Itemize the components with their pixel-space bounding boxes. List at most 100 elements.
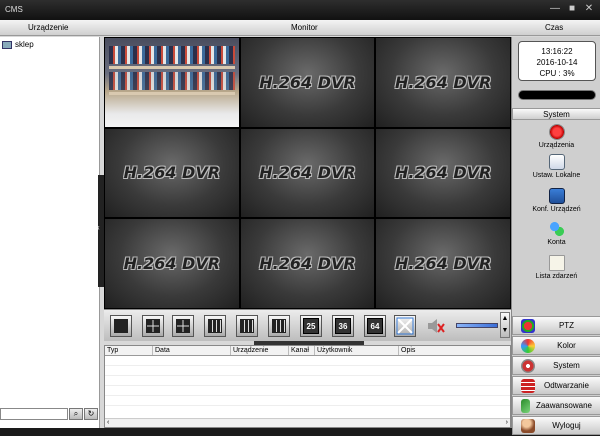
channel-label: H.264 DVR <box>259 72 356 92</box>
camera-feed-shelf <box>109 66 235 69</box>
system-button[interactable]: System <box>512 356 600 375</box>
status-bar <box>518 90 596 100</box>
col-channel[interactable]: Kanał <box>289 346 315 355</box>
event-log-panel: Typ Data Urządzenie Kanał Użytkownik Opi… <box>104 345 511 428</box>
split-13-button[interactable] <box>236 315 258 337</box>
search-icon[interactable]: ⌕ <box>69 408 83 420</box>
document-icon <box>548 255 565 271</box>
split-1-button[interactable] <box>110 315 132 337</box>
color-wheel-icon <box>521 338 535 353</box>
camera-feed-shelf <box>109 92 235 95</box>
devices-label: Urządzenia <box>538 142 575 149</box>
split-6-icon <box>176 319 190 333</box>
video-channel-9[interactable]: H.264 DVR <box>376 219 510 308</box>
users-icon <box>548 221 565 237</box>
scroll-right-icon[interactable]: › <box>506 419 508 426</box>
channel-label: H.264 DVR <box>123 254 221 274</box>
clock-time: 13:16:22 <box>541 47 573 56</box>
camera-feed-image <box>109 46 235 64</box>
split-13-icon <box>240 319 254 333</box>
split-9-icon <box>208 319 222 333</box>
volume-stepper[interactable]: ▲ ▼ <box>500 312 510 338</box>
title-bar: CMS — ■ ✕ <box>0 0 600 20</box>
color-button[interactable]: Kolor <box>512 336 600 355</box>
menu-device[interactable]: Urządzenie <box>28 23 68 32</box>
device-config-label: Konf. Urządzeń <box>532 206 581 213</box>
local-settings-item[interactable]: Ustaw. Lokalne <box>512 154 600 179</box>
scroll-left-icon[interactable]: ‹ <box>107 419 109 426</box>
tree-node-label: sklep <box>15 40 34 49</box>
split-64-button[interactable]: 64 <box>364 315 386 337</box>
col-device[interactable]: Urządzenie <box>231 346 289 355</box>
table-row <box>105 396 510 406</box>
system-header[interactable]: System <box>512 108 600 120</box>
split-9-button[interactable] <box>204 315 226 337</box>
event-list-item[interactable]: Lista zdarzeń <box>512 255 600 280</box>
video-grid: H.264 DVR H.264 DVR H.264 DVR H.264 DVR … <box>104 37 511 309</box>
right-panel: 13:16:22 2016-10-14 CPU : 3% System Urzą… <box>511 37 600 435</box>
video-channel-7[interactable]: H.264 DVR <box>105 219 239 308</box>
video-channel-1[interactable] <box>105 38 239 127</box>
playback-button[interactable]: Odtwarzanie <box>512 376 600 395</box>
advanced-button[interactable]: Zaawansowane <box>512 396 600 415</box>
bottom-nav: PTZ Kolor System Odtwarzanie Zaawansowan… <box>512 316 600 436</box>
table-row <box>105 356 510 366</box>
video-channel-5[interactable]: H.264 DVR <box>240 128 375 218</box>
split-16-icon <box>272 319 286 333</box>
search-input[interactable] <box>0 408 68 420</box>
fullscreen-button[interactable] <box>394 315 416 337</box>
split-25-button[interactable]: 25 <box>300 315 322 337</box>
speaker-muted-icon <box>428 319 445 333</box>
fullscreen-icon <box>396 317 414 335</box>
chevron-left-icon: ‹ <box>97 223 100 232</box>
window-title: CMS <box>5 5 23 14</box>
devices-item[interactable]: Urządzenia <box>512 124 600 149</box>
channel-label: H.264 DVR <box>259 254 356 274</box>
advanced-label: Zaawansowane <box>535 401 592 410</box>
playback-icon <box>521 378 535 393</box>
horizontal-scrollbar[interactable]: ‹ › <box>105 418 510 427</box>
volume-slider[interactable] <box>456 323 498 328</box>
channel-label: H.264 DVR <box>259 163 356 183</box>
video-channel-8[interactable]: H.264 DVR <box>240 219 375 308</box>
clock-display: 13:16:22 2016-10-14 CPU : 3% <box>518 41 596 81</box>
color-label: Kolor <box>557 341 576 350</box>
channel-label: H.264 DVR <box>394 72 492 92</box>
video-channel-3[interactable]: H.264 DVR <box>376 38 510 127</box>
menu-time[interactable]: Czas <box>545 23 563 32</box>
split-36-button[interactable]: 36 <box>332 315 354 337</box>
split-36-label: 36 <box>335 318 351 334</box>
ptz-label: PTZ <box>558 321 575 330</box>
minimize-button[interactable]: — <box>548 2 562 16</box>
accounts-item[interactable]: Konta <box>512 221 600 246</box>
log-table-header: Typ Data Urządzenie Kanał Użytkownik Opi… <box>105 346 510 356</box>
device-config-item[interactable]: Konf. Urządzeń <box>512 188 600 213</box>
ptz-button[interactable]: PTZ <box>512 316 600 335</box>
channel-label: H.264 DVR <box>123 163 221 183</box>
channel-label: H.264 DVR <box>394 163 492 183</box>
video-channel-4[interactable]: H.264 DVR <box>105 128 239 218</box>
table-row <box>105 366 510 376</box>
col-user[interactable]: Użytkownik <box>315 346 399 355</box>
split-16-button[interactable] <box>268 315 290 337</box>
mute-button[interactable] <box>426 317 446 335</box>
tree-node-root[interactable]: sklep <box>2 40 34 49</box>
video-channel-2[interactable]: H.264 DVR <box>240 38 375 127</box>
power-icon <box>548 124 565 140</box>
refresh-icon[interactable]: ↻ <box>84 408 98 420</box>
clock-date: 2016-10-14 <box>536 58 578 67</box>
col-date[interactable]: Data <box>153 346 231 355</box>
split-4-button[interactable] <box>142 315 164 337</box>
menu-monitor[interactable]: Monitor <box>291 23 318 32</box>
system-label: System <box>553 361 580 370</box>
logout-button[interactable]: Wyloguj <box>512 416 600 435</box>
col-description[interactable]: Opis <box>399 346 510 355</box>
maximize-button[interactable]: ■ <box>565 2 579 16</box>
col-type[interactable]: Typ <box>105 346 153 355</box>
split-64-label: 64 <box>367 318 383 334</box>
settings-icon <box>548 154 565 170</box>
event-list-label: Lista zdarzeń <box>535 273 578 280</box>
close-button[interactable]: ✕ <box>582 2 596 16</box>
split-6-button[interactable] <box>172 315 194 337</box>
video-channel-6[interactable]: H.264 DVR <box>376 128 510 218</box>
